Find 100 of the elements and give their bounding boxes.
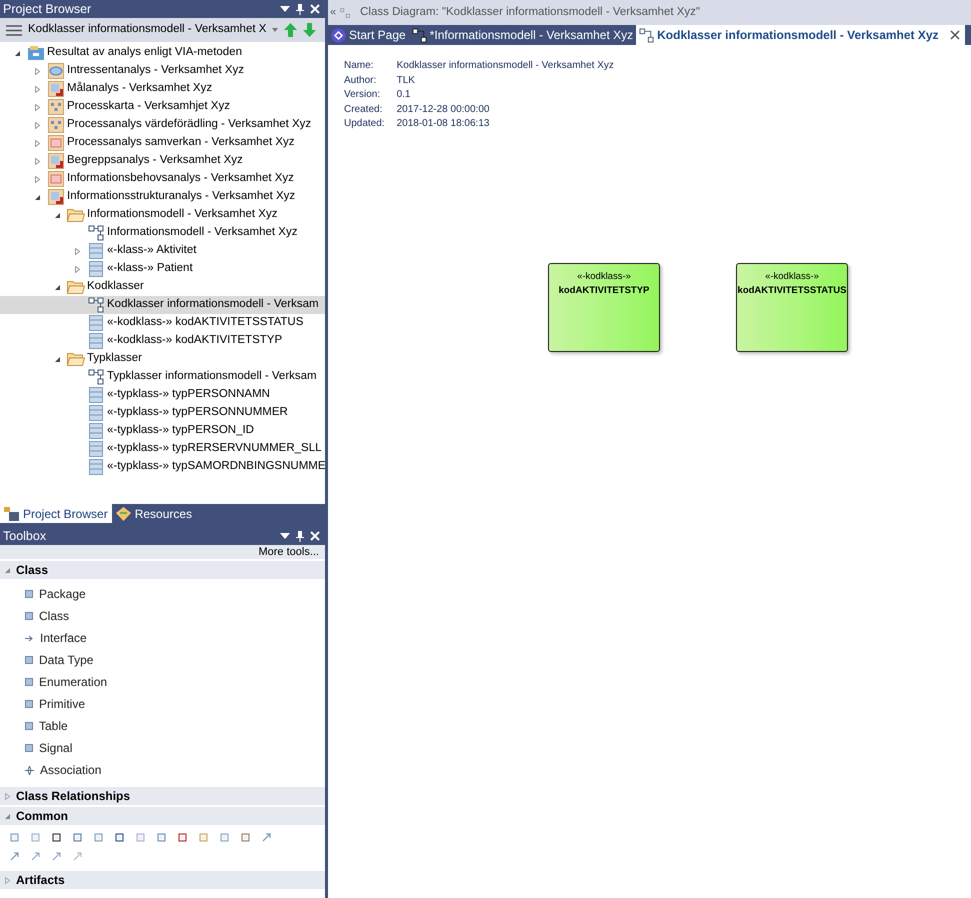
expanded-arrow-icon[interactable] — [54, 212, 60, 218]
class-element[interactable]: «-kodklass-» kodAKTIVITETSSTATUS — [736, 263, 848, 352]
toolbox-group-header[interactable]: Class — [0, 561, 325, 579]
property-label: Version: — [344, 88, 382, 102]
element-icon — [25, 678, 33, 686]
toolbox-item[interactable]: Table — [0, 715, 325, 737]
down-arrow-icon[interactable] — [303, 23, 316, 37]
expanded-arrow-icon[interactable] — [34, 194, 40, 200]
expanded-arrow-icon[interactable] — [14, 50, 20, 56]
expanded-arrow-icon[interactable] — [54, 356, 60, 362]
tree-item[interactable]: Processkarta - Verksamhjet Xyz — [0, 98, 325, 116]
tree-item[interactable]: «-typklass-» typSAMORDNBINGSNUMME — [0, 458, 325, 476]
toolbox-group-header[interactable]: Artifacts — [0, 871, 325, 889]
tree-item[interactable]: Processanalys samverkan - Verksamhet Xyz — [0, 134, 325, 152]
dropdown-arrow-icon[interactable] — [280, 533, 290, 539]
tool-icon[interactable] — [115, 833, 124, 842]
tree-item[interactable]: Processanalys värdeförädling - Verksamhet Xyz — [0, 116, 325, 134]
toolbox-group-header[interactable]: Common — [0, 807, 325, 825]
tree-item[interactable]: Informationsmodell - Verksamhet Xyz — [0, 206, 325, 224]
tool-icon[interactable] — [178, 833, 187, 842]
collapsed-arrow-icon[interactable] — [34, 158, 40, 164]
class-name: kodAKTIVITETSSTATUS — [738, 284, 846, 298]
tree-item[interactable]: Kodklasser — [0, 278, 325, 296]
tree-item[interactable]: «-typklass-» typRERSERVNUMMER_SLL — [0, 440, 325, 458]
property-value: 0.1 — [396, 88, 412, 102]
collapsed-arrow-icon[interactable] — [34, 176, 40, 182]
collapsed-arrow-icon[interactable] — [34, 86, 40, 92]
collapsed-arrow-icon[interactable] — [34, 122, 40, 128]
dropdown-arrow-icon[interactable] — [280, 6, 290, 12]
class-icon — [89, 261, 103, 277]
toolbox-item[interactable]: Interface — [0, 627, 325, 649]
toolbox-item[interactable]: Primitive — [0, 693, 325, 715]
toolbox-item[interactable]: Data Type — [0, 649, 325, 671]
tree-item[interactable]: Informationsbehovsanalys - Verksamhet Xyz — [0, 170, 325, 188]
panel-tab[interactable]: Project Browser — [0, 504, 112, 523]
property-label: Created: — [344, 102, 384, 116]
class-icon — [89, 405, 103, 421]
tool-icon[interactable] — [52, 833, 61, 842]
tree-item[interactable]: «-klass-» Patient — [0, 260, 325, 278]
arrow-tool-icon[interactable] — [52, 852, 61, 861]
class-element[interactable]: «-kodklass-» kodAKTIVITETSTYP — [548, 263, 660, 352]
collapsed-arrow-icon[interactable] — [74, 266, 80, 272]
diagram-icon — [88, 297, 104, 313]
tree-item[interactable]: «-typklass-» typPERSONNAMN — [0, 386, 325, 404]
tree-item[interactable]: Intressentanalys - Verksamhet Xyz — [0, 62, 325, 80]
tree-item[interactable]: Typklasser informationsmodell - Verksam — [0, 368, 325, 386]
property-label: Updated: — [344, 117, 385, 131]
class-icon — [89, 423, 103, 439]
panel-tab[interactable]: Resources — [112, 504, 196, 523]
tree-item[interactable]: «-kodklass-» kodAKTIVITETSSTATUS — [0, 314, 325, 332]
document-tab[interactable]: *Informationsmodell - Verksamhet Xyz — [408, 25, 636, 45]
folder-icon — [67, 208, 85, 222]
arrow-tool-icon[interactable] — [31, 852, 40, 861]
arrow-tool-icon[interactable] — [262, 833, 271, 842]
toolbox-item[interactable]: Package — [0, 583, 325, 605]
collapsed-arrow-icon[interactable] — [34, 140, 40, 146]
tree-item[interactable]: «-typklass-» typPERSON_ID — [0, 422, 325, 440]
property-label: Author: — [344, 74, 378, 88]
collapse-icon[interactable]: « — [330, 4, 336, 21]
tree-item[interactable]: Informationsmodell - Verksamhet Xyz — [0, 224, 325, 242]
up-arrow-icon[interactable] — [284, 23, 298, 37]
document-tab[interactable]: Start Page — [328, 25, 409, 45]
toolbox-item[interactable]: Association — [0, 759, 325, 781]
menu-icon[interactable] — [6, 24, 22, 36]
tree-item[interactable]: Informationsstrukturanalys - Verksamhet Xyz — [0, 188, 325, 206]
gem-icon — [116, 506, 131, 520]
pin-icon[interactable] — [296, 530, 304, 542]
collapsed-arrow-icon[interactable] — [34, 104, 40, 110]
tree-item[interactable]: «-kodklass-» kodAKTIVITETSTYP — [0, 332, 325, 350]
toolbox-item[interactable]: Class — [0, 605, 325, 627]
package-selector[interactable]: Kodklasser informationsmodell - Verksamhet X — [0, 18, 325, 42]
dropdown-arrow-icon[interactable] — [272, 28, 278, 32]
diagram-icon — [88, 225, 104, 241]
package-selector-text: Kodklasser informationsmodell - Verksamhet X — [28, 22, 266, 38]
tree-item[interactable]: Begreppsanalys - Verksamhet Xyz — [0, 152, 325, 170]
collapsed-arrow-icon[interactable] — [34, 68, 40, 74]
arrow-tool-icon[interactable] — [10, 852, 19, 861]
tree-item[interactable]: Målanalys - Verksamhet Xyz — [0, 80, 325, 98]
arrow-tool-icon[interactable] — [73, 852, 82, 861]
document-tab[interactable]: Kodklasser informationsmodell - Verksamhet Xyz — [636, 25, 965, 45]
close-icon[interactable] — [950, 30, 960, 40]
toolbox-group-title: Artifacts — [16, 872, 65, 889]
pin-icon[interactable] — [296, 4, 304, 14]
collapsed-arrow-icon — [4, 876, 11, 884]
package-icon — [48, 135, 64, 151]
property-value: 2018-01-08 18:06:13 — [396, 117, 490, 131]
tree-item[interactable]: «-klass-» Aktivitet — [0, 242, 325, 260]
tree-item[interactable]: Typklasser — [0, 350, 325, 368]
tree-item[interactable]: Resultat av analys enligt VIA-metoden — [0, 44, 325, 62]
tree-item[interactable]: Kodklasser informationsmodell - Verksam — [0, 296, 325, 314]
toolbox-group-header[interactable]: Class Relationships — [0, 787, 325, 805]
element-icon — [25, 700, 33, 708]
folder-icon — [67, 280, 85, 294]
toolbox-item[interactable]: Enumeration — [0, 671, 325, 693]
package-icon — [48, 171, 64, 187]
diagram-icon — [639, 28, 654, 42]
expanded-arrow-icon[interactable] — [54, 284, 60, 290]
collapsed-arrow-icon[interactable] — [74, 248, 80, 254]
tree-item[interactable]: «-typklass-» typPERSONNUMMER — [0, 404, 325, 422]
toolbox-item[interactable]: Signal — [0, 737, 325, 759]
